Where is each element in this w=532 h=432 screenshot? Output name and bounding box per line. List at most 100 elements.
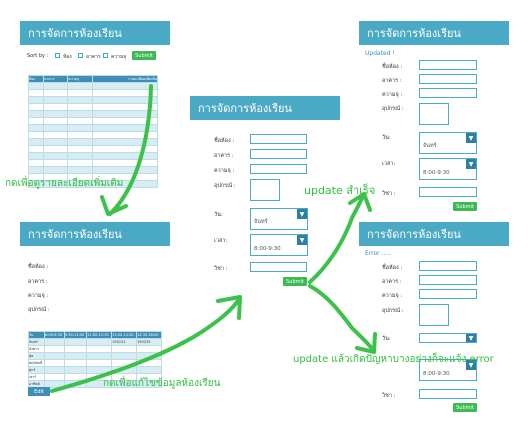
sort-option-room: ห้อง [63,54,72,60]
detail-building-label: อาคาร : [28,279,48,285]
success-equipment-textarea[interactable] [419,103,449,125]
error-subject-input[interactable] [419,389,477,399]
schedule-cell [43,338,65,346]
error-building-input[interactable] [419,275,477,285]
success-time-label: เวลา: [382,161,396,167]
chevron-down-icon: ▼ [297,235,307,245]
table-row[interactable] [27,138,158,146]
success-subject-input[interactable] [419,187,477,197]
success-room-name-label: ชื่อห้อง : [382,64,403,70]
error-equipment-label: อุปกรณ์ : [382,308,404,314]
sort-option-building: อาคาร [86,54,101,60]
chevron-down-icon: ▼ [297,209,307,219]
schedule-day: ศุกร์ [28,366,45,374]
success-message: Updated ! [365,50,395,57]
table-row[interactable] [27,89,158,97]
edit-building-label: อาคาร : [214,153,234,159]
list-panel-title: การจัดการห้องเรียน [20,21,170,45]
schedule-cell [86,338,113,346]
table-header-details: รายละเอียดเพิ่มเติม [92,75,158,83]
schedule-day: อังคาร [28,345,45,353]
sort-checkbox-room[interactable] [55,53,60,58]
table-row[interactable] [27,96,158,104]
edit-equipment-label: อุปกรณ์ : [214,183,236,189]
success-day-value: จันทร์ [423,143,437,149]
schedule-header-slot: 14:30-16:00 [136,331,162,339]
edit-equipment-textarea[interactable] [250,179,280,201]
schedule-day: จันทร์ [28,338,45,346]
sort-by-label: Sort by : [27,53,49,59]
error-subject-label: วิชา : [382,393,396,399]
success-day-label: วัน: [382,135,391,141]
success-capacity-label: ความจุ : [382,92,403,98]
table-row[interactable] [27,110,158,118]
arrow-edit-to-error [308,284,375,352]
table-row[interactable] [27,131,158,139]
schedule-cell: 190222 [111,338,138,346]
edit-room-name-label: ชื่อห้อง : [214,138,235,144]
edit-building-input[interactable] [250,149,307,159]
error-equipment-textarea[interactable] [419,304,449,326]
success-room-name-input[interactable] [419,60,477,70]
table-row[interactable] [27,145,158,153]
error-room-name-input[interactable] [419,261,477,271]
edit-subject-input[interactable] [250,262,307,272]
error-time-value: 8:00-9:30 [423,371,450,377]
sort-checkbox-capacity[interactable] [103,53,108,58]
table-header-room: ห้อง [27,75,45,83]
annotation-update-success: update สำเร็จ [304,184,376,197]
chevron-down-icon: ▼ [466,334,476,342]
schedule-day: เสาร์ [28,373,45,381]
error-capacity-input[interactable] [419,289,477,299]
error-submit-button[interactable]: Submit [453,403,477,412]
error-capacity-label: ความจุ : [382,293,403,299]
error-message: Error ..... [365,250,392,257]
annotation-more-details: กดเพื่อดูรายละเอียดเพิ่มเติม [5,178,124,189]
schedule-header-slot: 8:00-9:30 [43,331,65,339]
error-room-name-label: ชื่อห้อง : [382,265,403,271]
table-row[interactable] [27,166,158,174]
edit-day-value: จันทร์ [254,219,268,225]
detail-capacity-label: ความจุ : [28,293,49,299]
success-subject-label: วิชา : [382,191,396,197]
sort-option-capacity: ความจุ [111,54,127,60]
edit-subject-label: วิชา : [214,266,228,272]
edit-time-select[interactable]: 8:00-9:30 ▼ [250,234,308,256]
sort-checkbox-building[interactable] [78,53,83,58]
chevron-down-icon: ▼ [466,159,476,169]
edit-room-name-input[interactable] [250,134,307,144]
table-row[interactable] [27,103,158,111]
annotation-edit-room: กดเพื่อแก้ไขข้อมูลห้องเรียน [103,378,221,389]
schedule-cell: 190235 [136,338,162,346]
chevron-down-icon: ▼ [466,133,476,143]
room-list-table: ห้อง อาคาร ความจุ รายละเอียดเพิ่มเติม [27,75,158,188]
table-row: จันทร์ 190222 190235 [28,338,162,346]
edit-time-label: เวลา: [214,238,228,244]
table-row[interactable] [27,82,158,90]
schedule-header-slot: 13:00-14:30 [111,331,138,339]
success-day-select[interactable]: จันทร์ ▼ [419,132,477,154]
success-building-label: อาคาร : [382,78,402,84]
table-header-capacity: ความจุ [67,75,94,83]
edit-button[interactable]: Edit [28,387,50,396]
success-time-select[interactable]: 8:00-9:30 ▼ [419,158,477,180]
table-row[interactable] [27,152,158,160]
table-row[interactable] [27,117,158,125]
success-capacity-input[interactable] [419,88,477,98]
table-row[interactable] [27,124,158,132]
table-row[interactable] [27,159,158,167]
error-panel-title: การจัดการห้องเรียน [359,222,509,246]
sort-submit-button[interactable]: Submit [132,51,156,60]
table-row: พุธ [28,352,162,360]
success-submit-button[interactable]: Submit [453,202,477,211]
edit-submit-button[interactable]: Submit [283,277,307,286]
success-building-input[interactable] [419,74,477,84]
error-day-select[interactable]: ▼ [419,333,477,343]
edit-capacity-input[interactable] [250,164,307,174]
edit-capacity-label: ความจุ : [214,168,235,174]
edit-time-value: 8:00-9:30 [254,246,281,252]
success-panel-title: การจัดการห้องเรียน [359,21,509,45]
edit-day-select[interactable]: จันทร์ ▼ [250,208,308,230]
schedule-day: พุธ [28,352,45,360]
table-header-building: อาคาร [43,75,69,83]
